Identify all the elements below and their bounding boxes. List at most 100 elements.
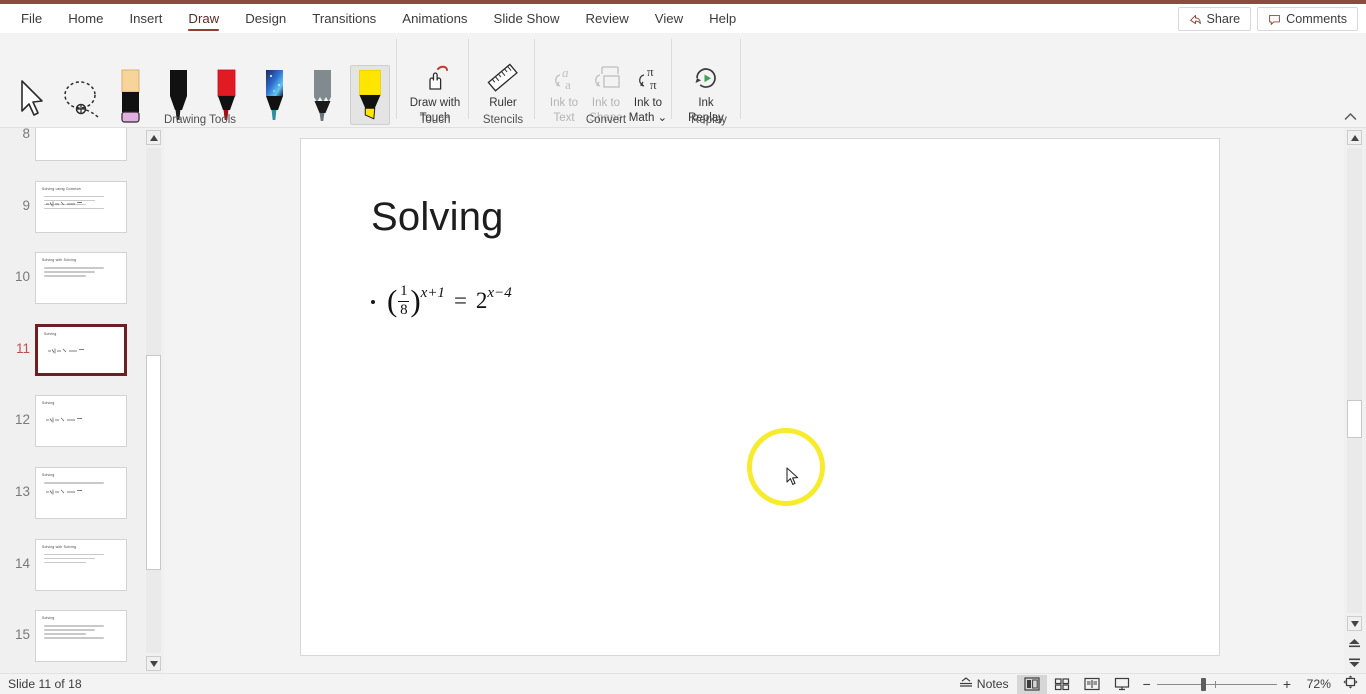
draw-with-touch-line1: Draw with xyxy=(409,97,461,109)
ribbon-tab-bar: File Home Insert Draw Design Transitions Anima… xyxy=(0,4,1366,33)
equation-open-paren: ( xyxy=(387,283,398,319)
thumbnail-scroll-up-button[interactable] xyxy=(146,130,161,145)
group-separator xyxy=(396,39,397,119)
svg-text:π: π xyxy=(650,77,657,92)
ribbon-tab-insert[interactable]: Insert xyxy=(116,4,175,33)
collapse-ribbon-button[interactable] xyxy=(1340,108,1360,124)
equation-base: 2 xyxy=(475,288,488,314)
slide-thumbnail[interactable]: Solving with Solving xyxy=(35,538,127,591)
thumbnail-title: Solving with Solving xyxy=(42,258,77,263)
ruler-button[interactable]: Ruler xyxy=(470,63,536,110)
slide-sorter-view-button[interactable] xyxy=(1047,675,1077,694)
thumbnail-scrollbar[interactable] xyxy=(143,128,164,673)
notes-button[interactable]: Notes xyxy=(951,675,1017,694)
thumbnail-row[interactable]: 14 Solving with Solving xyxy=(0,536,143,596)
equation-numerator: 1 xyxy=(400,283,408,299)
thumbnail-text-line xyxy=(44,629,95,631)
status-bar: Slide 11 of 18 Notes − + 72% xyxy=(0,673,1366,694)
ribbon-tab-home[interactable]: Home xyxy=(55,4,116,33)
mouse-cursor xyxy=(786,467,800,492)
thumbnail-ink-equation xyxy=(45,482,85,495)
thumbnail-text-line xyxy=(44,637,104,639)
thumbnail-row[interactable]: 9 Solving using Common xyxy=(0,178,143,238)
slide-thumbnail[interactable]: Solving xyxy=(35,395,127,448)
slide-title[interactable]: Solving xyxy=(371,195,504,240)
thumbnail-ink-equation xyxy=(45,410,85,423)
ink-replay-icon xyxy=(689,63,723,93)
thumbnail-scrollbar-thumb[interactable] xyxy=(146,355,161,570)
zoom-slider-handle[interactable] xyxy=(1200,677,1206,691)
ribbon-tab-draw[interactable]: Draw xyxy=(175,4,232,33)
equation-fraction: 1 8 xyxy=(398,283,410,319)
slide-show-view-button[interactable] xyxy=(1107,675,1137,694)
comment-icon xyxy=(1268,13,1281,26)
slide-thumbnail[interactable]: Solving xyxy=(35,467,127,519)
thumbnail-text-line xyxy=(44,557,95,560)
slide-thumbnail[interactable]: Solving with Solving xyxy=(35,252,127,305)
thumbnail-row[interactable]: 15 Solving xyxy=(0,607,143,667)
slide-thumbnail-pane[interactable]: 8 9 Solving using Common 10 Solving with Sol… xyxy=(0,128,143,673)
group-label-stencils: Stencils xyxy=(482,114,524,126)
equation-right-exponent: x−4 xyxy=(487,284,512,301)
ribbon-tab-file[interactable]: File xyxy=(8,4,55,33)
ribbon-tab-help[interactable]: Help xyxy=(696,4,749,33)
ribbon-tab-animations[interactable]: Animations xyxy=(389,4,480,33)
thumbnail-title: Solving xyxy=(42,473,55,477)
zoom-slider-midpoint xyxy=(1214,680,1216,688)
ribbon-right-actions: Share Comments xyxy=(1177,7,1358,31)
zoom-control[interactable]: − + 72% xyxy=(1143,675,1360,694)
draw-with-touch-icon xyxy=(418,63,452,93)
current-slide[interactable]: Solving ( 1 8 ) x+1 = 2 x−4 xyxy=(300,138,1220,656)
slide-bullet-item[interactable]: ( 1 8 ) x+1 = 2 x−4 xyxy=(371,283,512,319)
thumbnail-number: 13 xyxy=(14,484,30,499)
thumbnail-text-line xyxy=(44,561,86,564)
zoom-percent-label[interactable]: 72% xyxy=(1297,677,1331,691)
thumbnail-text-line xyxy=(44,271,95,273)
ruler-icon xyxy=(486,63,520,93)
share-icon xyxy=(1189,13,1202,26)
thumbnail-number: 15 xyxy=(14,627,30,643)
ribbon-tab-transitions[interactable]: Transitions xyxy=(299,4,389,33)
thumbnail-row[interactable]: 8 xyxy=(0,128,143,166)
comments-label: Comments xyxy=(1286,12,1347,26)
zoom-in-button[interactable]: + xyxy=(1283,676,1291,692)
slide-scrollbar-track[interactable] xyxy=(1347,148,1362,613)
fit-to-window-button[interactable] xyxy=(1343,675,1358,694)
slide-scroll-down-button[interactable] xyxy=(1347,616,1362,631)
ribbon-group-stencils: Ruler Stencils xyxy=(470,33,536,128)
previous-slide-button[interactable] xyxy=(1347,636,1362,651)
slide-thumbnail[interactable]: Solving xyxy=(35,323,127,376)
math-equation[interactable]: ( 1 8 ) x+1 = 2 x−4 xyxy=(387,283,512,319)
share-button[interactable]: Share xyxy=(1177,7,1252,31)
zoom-out-button[interactable]: − xyxy=(1143,676,1151,692)
equation-close-paren: ) xyxy=(410,283,421,319)
ribbon-tab-view[interactable]: View xyxy=(642,4,696,33)
thumbnail-scroll-down-button[interactable] xyxy=(146,656,161,671)
ribbon-tab-slide-show[interactable]: Slide Show xyxy=(481,4,573,33)
slide-thumbnail[interactable]: Solving xyxy=(35,610,127,663)
thumbnail-row[interactable]: 11 Solving xyxy=(0,321,143,381)
thumbnail-number: 14 xyxy=(14,555,30,571)
zoom-slider[interactable] xyxy=(1156,677,1277,691)
group-label-touch: Touch xyxy=(419,114,451,126)
slide-thumbnail[interactable] xyxy=(35,128,127,161)
normal-view-button[interactable] xyxy=(1016,674,1047,694)
thumbnail-row[interactable]: 12 Solving xyxy=(0,392,143,452)
slide-scroll-up-button[interactable] xyxy=(1347,130,1362,145)
thumbnail-row[interactable]: 10 Solving with Solving xyxy=(0,249,143,309)
thumbnail-title: Solving xyxy=(42,616,55,621)
comments-button[interactable]: Comments xyxy=(1257,7,1358,31)
ribbon-tab-review[interactable]: Review xyxy=(573,4,642,33)
reading-view-button[interactable] xyxy=(1077,675,1107,694)
next-slide-button[interactable] xyxy=(1347,655,1362,670)
thumbnail-text-line xyxy=(44,625,104,627)
thumbnail-title: Solving with Solving xyxy=(42,544,77,549)
slide-thumbnail[interactable]: Solving using Common xyxy=(35,180,127,233)
thumbnail-row[interactable]: 13 Solving xyxy=(0,464,143,524)
thumbnail-number: 9 xyxy=(22,197,30,213)
ink-to-math-icon: π π xyxy=(630,63,666,93)
slide-scrollbar-thumb[interactable] xyxy=(1347,400,1362,438)
thumbnail-number: 12 xyxy=(14,412,30,428)
ribbon-tab-design[interactable]: Design xyxy=(232,4,299,33)
slide-vertical-scrollbar[interactable] xyxy=(1344,128,1366,673)
